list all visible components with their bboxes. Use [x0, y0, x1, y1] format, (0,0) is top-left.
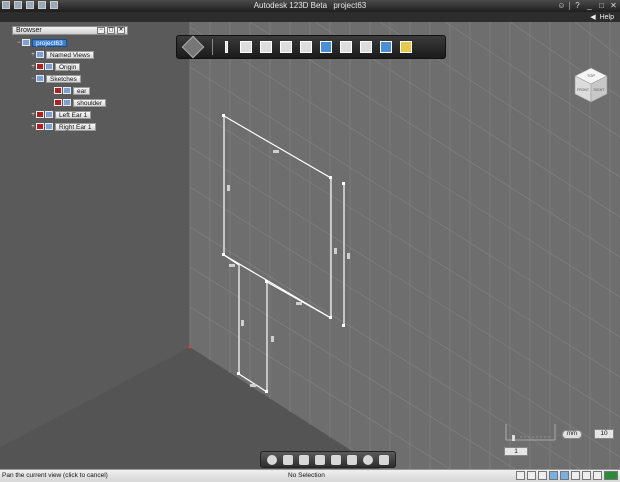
- selection-status: No Selection: [288, 472, 325, 479]
- status-hint: Pan the current view (click to cancel): [2, 472, 108, 479]
- origin-point[interactable]: [188, 345, 192, 349]
- close-button[interactable]: ✕: [609, 1, 618, 10]
- view-cube[interactable]: TOP FRONT RIGHT: [572, 66, 610, 104]
- visibility-icon[interactable]: [36, 123, 44, 130]
- grid-snap-icon[interactable]: [516, 471, 525, 480]
- browser-close-button[interactable]: ✕: [117, 27, 125, 34]
- shadows-icon[interactable]: [582, 471, 591, 480]
- tree-item-label[interactable]: shoulder: [73, 98, 106, 107]
- toolbar-separator: [212, 39, 213, 55]
- separator: [569, 1, 570, 10]
- tree-item-sketch-shoulder[interactable]: shoulder: [48, 98, 106, 107]
- view-cube-front-label: FRONT: [577, 88, 590, 92]
- grid-spacing-field[interactable]: 1: [504, 447, 528, 456]
- maximize-button[interactable]: □: [597, 1, 606, 10]
- tree-item-sketch-ear[interactable]: ear: [48, 86, 91, 95]
- tree-item-right-ear[interactable]: + Right Ear 1: [30, 122, 96, 131]
- visibility-icon[interactable]: [36, 111, 44, 118]
- browser-minimize-button[interactable]: −: [97, 27, 105, 34]
- tree-item-label[interactable]: Sketches: [46, 74, 81, 83]
- pan-icon[interactable]: [281, 454, 295, 466]
- 3d-viewport[interactable]: TOP FRONT RIGHT: [0, 22, 620, 469]
- modify-icon[interactable]: [277, 38, 295, 56]
- zoom-icon[interactable]: [297, 454, 311, 466]
- grouping-icon[interactable]: [317, 38, 335, 56]
- window-controls: ☺ ? _ □ ✕: [557, 1, 618, 10]
- body-icon: [45, 111, 53, 118]
- fit-view-icon[interactable]: [329, 454, 343, 466]
- browser-header: Browser − ◻ ✕: [12, 26, 128, 35]
- grid-scale-widget: mm 10 1: [500, 420, 616, 456]
- view-cube-top-label: TOP: [587, 73, 595, 78]
- tree-item-label[interactable]: project63: [32, 38, 67, 47]
- project-title: project63: [333, 1, 367, 10]
- sketch-icon: [63, 87, 71, 94]
- tree-item-label[interactable]: Origin: [55, 62, 81, 71]
- tree-item-origin[interactable]: + Origin: [30, 62, 81, 71]
- combine-icon[interactable]: [337, 38, 355, 56]
- wireframe-icon[interactable]: [560, 471, 569, 480]
- text-icon[interactable]: [377, 38, 395, 56]
- window-title: Autodesk 123D Beta project63: [0, 1, 620, 10]
- units-selector[interactable]: mm: [562, 430, 582, 439]
- main-toolbar: [176, 35, 446, 59]
- tree-item-label[interactable]: Right Ear 1: [55, 122, 96, 131]
- tree-item-label[interactable]: Left Ear 1: [55, 110, 92, 119]
- help-bar: ◀ Help: [0, 12, 620, 22]
- grid-toggle-icon[interactable]: [377, 454, 391, 466]
- display-mode-icon[interactable]: [345, 454, 359, 466]
- app-title: Autodesk 123D Beta: [253, 1, 328, 10]
- browser-controls: − ◻ ✕: [97, 27, 125, 34]
- collapse-arrow-icon[interactable]: ◀: [590, 14, 595, 21]
- folder-icon: [36, 51, 44, 58]
- sketch-icon: [63, 99, 71, 106]
- primitives-icon[interactable]: [237, 38, 255, 56]
- perspective-icon[interactable]: [538, 471, 547, 480]
- grid-value-field[interactable]: 10: [594, 429, 614, 439]
- view-cube-icon[interactable]: TOP FRONT RIGHT: [572, 66, 610, 104]
- sketch-tool-icon[interactable]: [217, 38, 235, 56]
- app-window: Autodesk 123D Beta project63 ☺ ? _ □ ✕ ◀…: [0, 0, 620, 482]
- tree-item-project[interactable]: − project63: [16, 38, 67, 47]
- hidden-edges-icon[interactable]: [571, 471, 580, 480]
- visibility-icon[interactable]: [54, 99, 62, 106]
- navigation-bar: [260, 451, 396, 468]
- construct-icon[interactable]: [257, 38, 275, 56]
- tree-item-label[interactable]: ear: [73, 86, 91, 95]
- account-icon[interactable]: ☺: [557, 1, 566, 10]
- visual-style-icon[interactable]: [361, 454, 375, 466]
- orbit-icon[interactable]: [265, 454, 279, 466]
- help-menu[interactable]: ◀ Help: [590, 13, 614, 21]
- help-icon[interactable]: ?: [573, 1, 582, 10]
- tree-item-label[interactable]: Named Views: [46, 50, 94, 59]
- tree-item-sketches[interactable]: − Sketches: [30, 74, 81, 83]
- look-at-icon[interactable]: [313, 454, 327, 466]
- folder-icon: [36, 75, 44, 82]
- help-label[interactable]: Help: [600, 14, 614, 21]
- viewport-canvas[interactable]: [0, 22, 620, 469]
- browser-panel: Browser − ◻ ✕ − project63 + Named Views …: [12, 26, 128, 131]
- tree-item-named-views[interactable]: + Named Views: [30, 50, 94, 59]
- visibility-icon[interactable]: [54, 87, 62, 94]
- app-logo-icon[interactable]: [177, 35, 209, 59]
- view-cube-right-label: RIGHT: [594, 88, 606, 92]
- title-bar: Autodesk 123D Beta project63 ☺ ? _ □ ✕: [0, 0, 620, 12]
- project-icon: [22, 39, 30, 46]
- minimize-button[interactable]: _: [585, 1, 594, 10]
- snap-icon[interactable]: [397, 38, 415, 56]
- pattern-icon[interactable]: [297, 38, 315, 56]
- folder-icon: [45, 63, 53, 70]
- browser-restore-button[interactable]: ◻: [107, 27, 115, 34]
- browser-title: Browser: [16, 27, 42, 34]
- tree-item-left-ear[interactable]: + Left Ear 1: [30, 110, 92, 119]
- reflections-icon[interactable]: [593, 471, 602, 480]
- shaded-icon[interactable]: [549, 471, 558, 480]
- body-icon: [45, 123, 53, 130]
- status-bar: Pan the current view (click to cancel) N…: [0, 469, 620, 482]
- performance-icon: [604, 471, 618, 480]
- status-icons: [516, 471, 618, 480]
- visibility-icon[interactable]: [36, 63, 44, 70]
- ortho-icon[interactable]: [527, 471, 536, 480]
- measure-icon[interactable]: [357, 38, 375, 56]
